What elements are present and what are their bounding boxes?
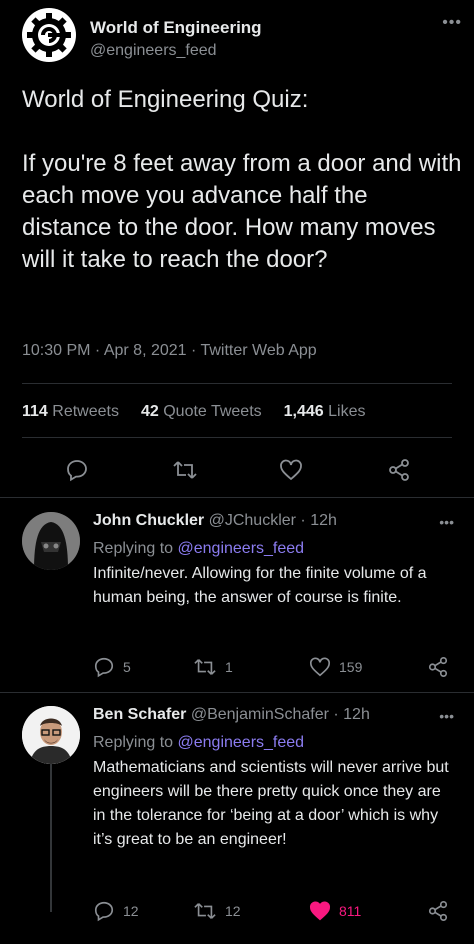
like-icon[interactable]: [276, 455, 306, 485]
tweet-stats: 114 Retweets 42 Quote Tweets 1,446 Likes: [22, 403, 388, 421]
share-button[interactable]: [427, 900, 449, 922]
replying-to-link[interactable]: @engineers_feed: [178, 540, 305, 557]
reply-icon: [94, 657, 114, 678]
author-handle[interactable]: @engineers_feed: [90, 42, 217, 60]
divider: [22, 437, 452, 438]
reply-button[interactable]: 5: [93, 656, 131, 678]
likes-stat[interactable]: 1,446 Likes: [284, 403, 366, 421]
retweet-count: 1: [225, 659, 233, 675]
reply-header: John Chuckler @JChuckler · 12h: [93, 512, 453, 534]
replying-prefix: Replying to: [93, 540, 174, 557]
likes-count: 1,446: [283, 403, 324, 420]
retweet-count: 12: [225, 903, 241, 919]
author-handle[interactable]: @BenjaminSchafer: [191, 706, 329, 723]
avatar[interactable]: [22, 706, 80, 764]
share-button[interactable]: [427, 656, 449, 678]
author-name[interactable]: Ben Schafer: [93, 706, 186, 723]
reply-icon[interactable]: [62, 455, 92, 485]
reply-button[interactable]: 12: [93, 900, 139, 922]
timestamp[interactable]: · 12h: [333, 706, 369, 723]
retweet-icon: [194, 903, 216, 919]
reply-icon: [94, 901, 114, 922]
avatar[interactable]: [22, 512, 80, 570]
divider: [22, 383, 452, 384]
share-icon: [428, 901, 448, 921]
like-button[interactable]: 159: [309, 656, 362, 678]
replying-to: Replying to @engineers_feed: [93, 540, 453, 558]
like-icon: [310, 657, 330, 677]
more-icon[interactable]: •••: [442, 14, 462, 32]
reply-count: 12: [123, 903, 139, 919]
retweets-stat[interactable]: 114 Retweets: [22, 403, 119, 421]
timestamp[interactable]: · 12h: [300, 512, 336, 529]
author-name[interactable]: John Chuckler: [93, 512, 204, 529]
divider: [0, 692, 474, 693]
retweet-icon[interactable]: [170, 455, 200, 485]
reply-body: John Chuckler @JChuckler · 12h Replying …: [93, 512, 453, 610]
retweet-button[interactable]: 1: [193, 656, 233, 678]
author-name[interactable]: World of Engineering: [90, 18, 262, 38]
thread-line: [50, 762, 52, 912]
retweets-count: 114: [22, 403, 48, 420]
quotes-stat[interactable]: 42 Quote Tweets: [141, 403, 262, 421]
quotes-label: Quote Tweets: [163, 403, 262, 420]
replying-to-link[interactable]: @engineers_feed: [178, 734, 305, 751]
share-icon[interactable]: [384, 455, 414, 485]
like-count: 159: [339, 659, 363, 675]
tweet-meta: 10:30 PM · Apr 8, 2021 · Twitter Web App: [22, 342, 317, 359]
reply-actions: 12 12 811: [93, 900, 453, 924]
retweet-button[interactable]: 12: [193, 900, 241, 922]
retweets-label: Retweets: [52, 403, 119, 420]
tweet-text: World of Engineering Quiz: If you're 8 f…: [22, 86, 462, 273]
author-handle[interactable]: @JChuckler: [209, 512, 296, 529]
reply-count: 5: [123, 659, 131, 675]
share-icon: [428, 657, 448, 677]
reply-text: Mathematicians and scientists will never…: [93, 759, 449, 848]
reply-actions: 5 1 159: [93, 656, 453, 680]
retweet-icon: [194, 659, 216, 675]
replying-to: Replying to @engineers_feed: [93, 734, 453, 752]
reply-text: Infinite/never. Allowing for the finite …: [93, 565, 427, 606]
gear-logo-icon: [27, 13, 71, 57]
reply-body: Ben Schafer @BenjaminSchafer · 12h Reply…: [93, 706, 453, 852]
likes-label: Likes: [328, 403, 366, 420]
like-count: 811: [339, 903, 362, 919]
quotes-count: 42: [140, 403, 159, 420]
divider: [0, 497, 474, 498]
author-avatar[interactable]: [22, 8, 76, 62]
like-button[interactable]: 811: [309, 900, 361, 922]
reply-header: Ben Schafer @BenjaminSchafer · 12h: [93, 706, 453, 728]
tweet-actions: [62, 455, 422, 485]
replying-prefix: Replying to: [93, 734, 174, 751]
tweet-header: World of Engineering @engineers_feed •••: [22, 8, 462, 64]
like-filled-icon: [310, 901, 330, 921]
